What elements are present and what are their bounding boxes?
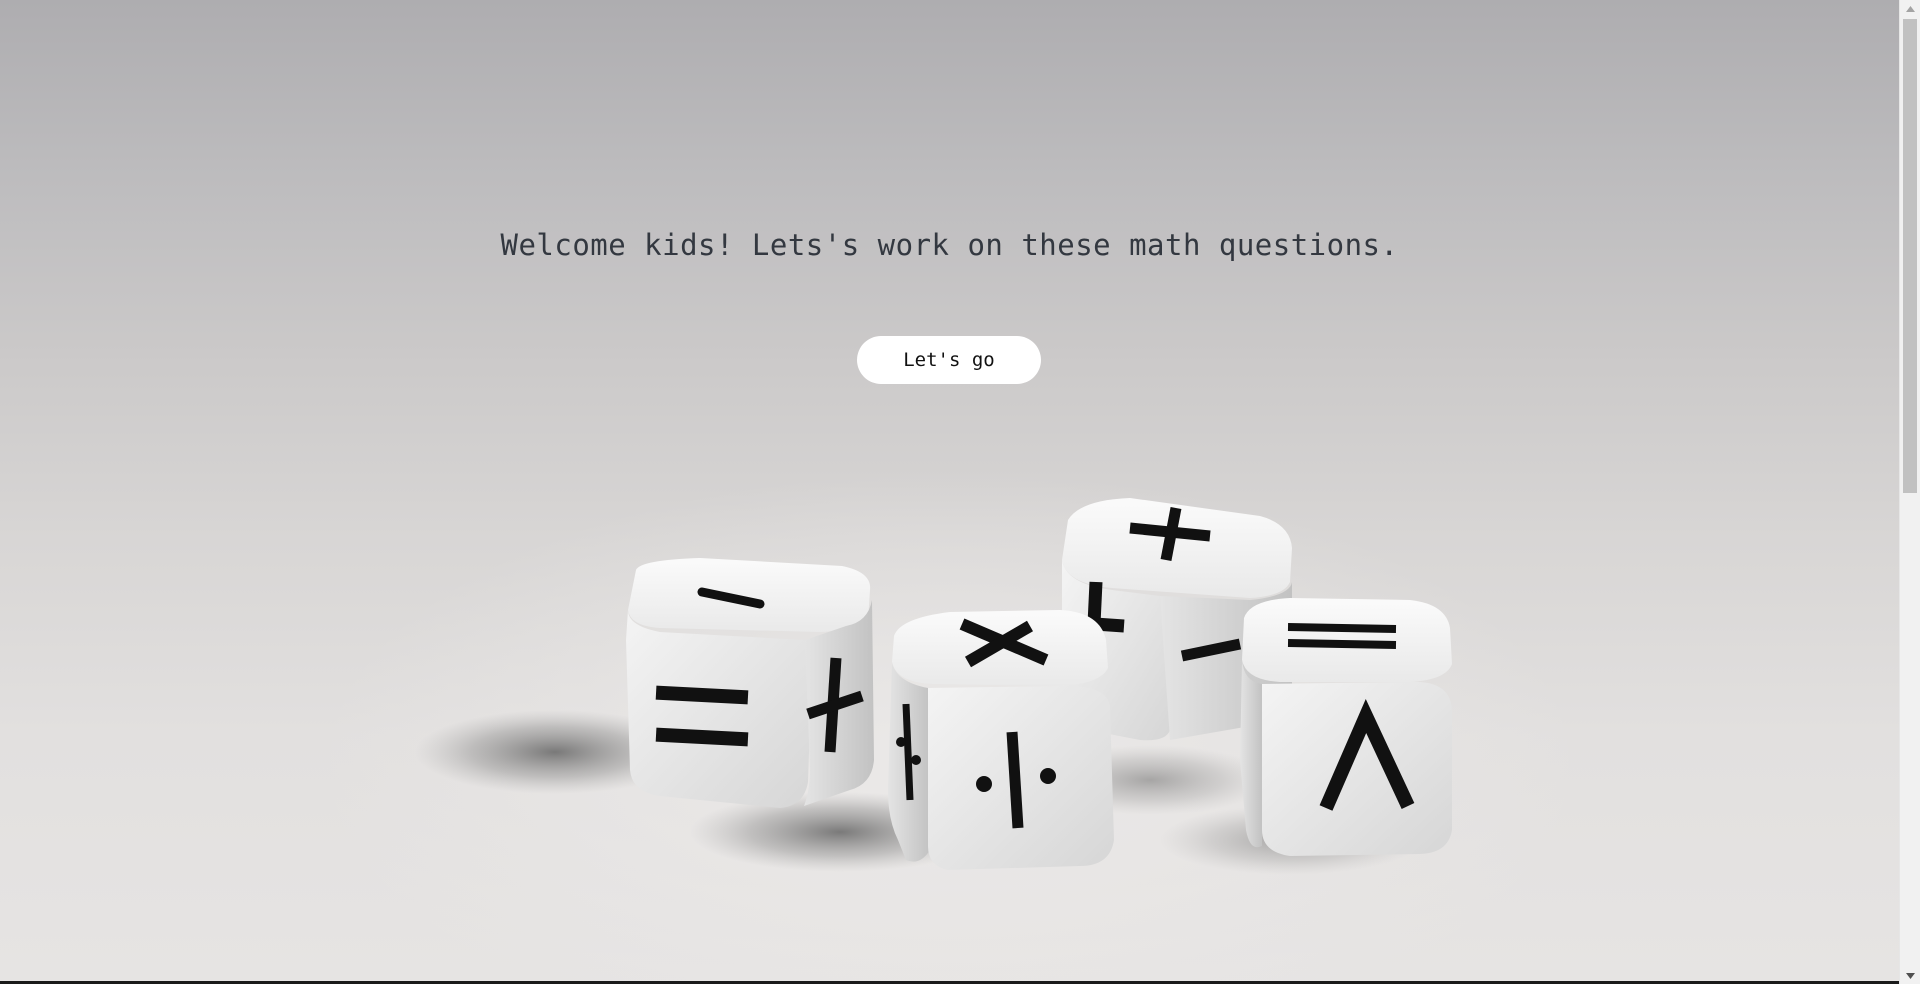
page-background: Welcome kids! Lets's work on these math … — [0, 0, 1899, 981]
die-times-divide — [888, 610, 1114, 870]
scroll-up-arrow-icon[interactable] — [1900, 0, 1920, 17]
die-equals-caret — [1240, 598, 1452, 856]
math-dice-illustration — [415, 498, 1452, 875]
scrollbar-thumb[interactable] — [1903, 19, 1917, 493]
vertical-scrollbar[interactable] — [1899, 0, 1920, 984]
die-minus-equals — [626, 558, 874, 808]
scroll-down-arrow-icon[interactable] — [1900, 967, 1920, 984]
